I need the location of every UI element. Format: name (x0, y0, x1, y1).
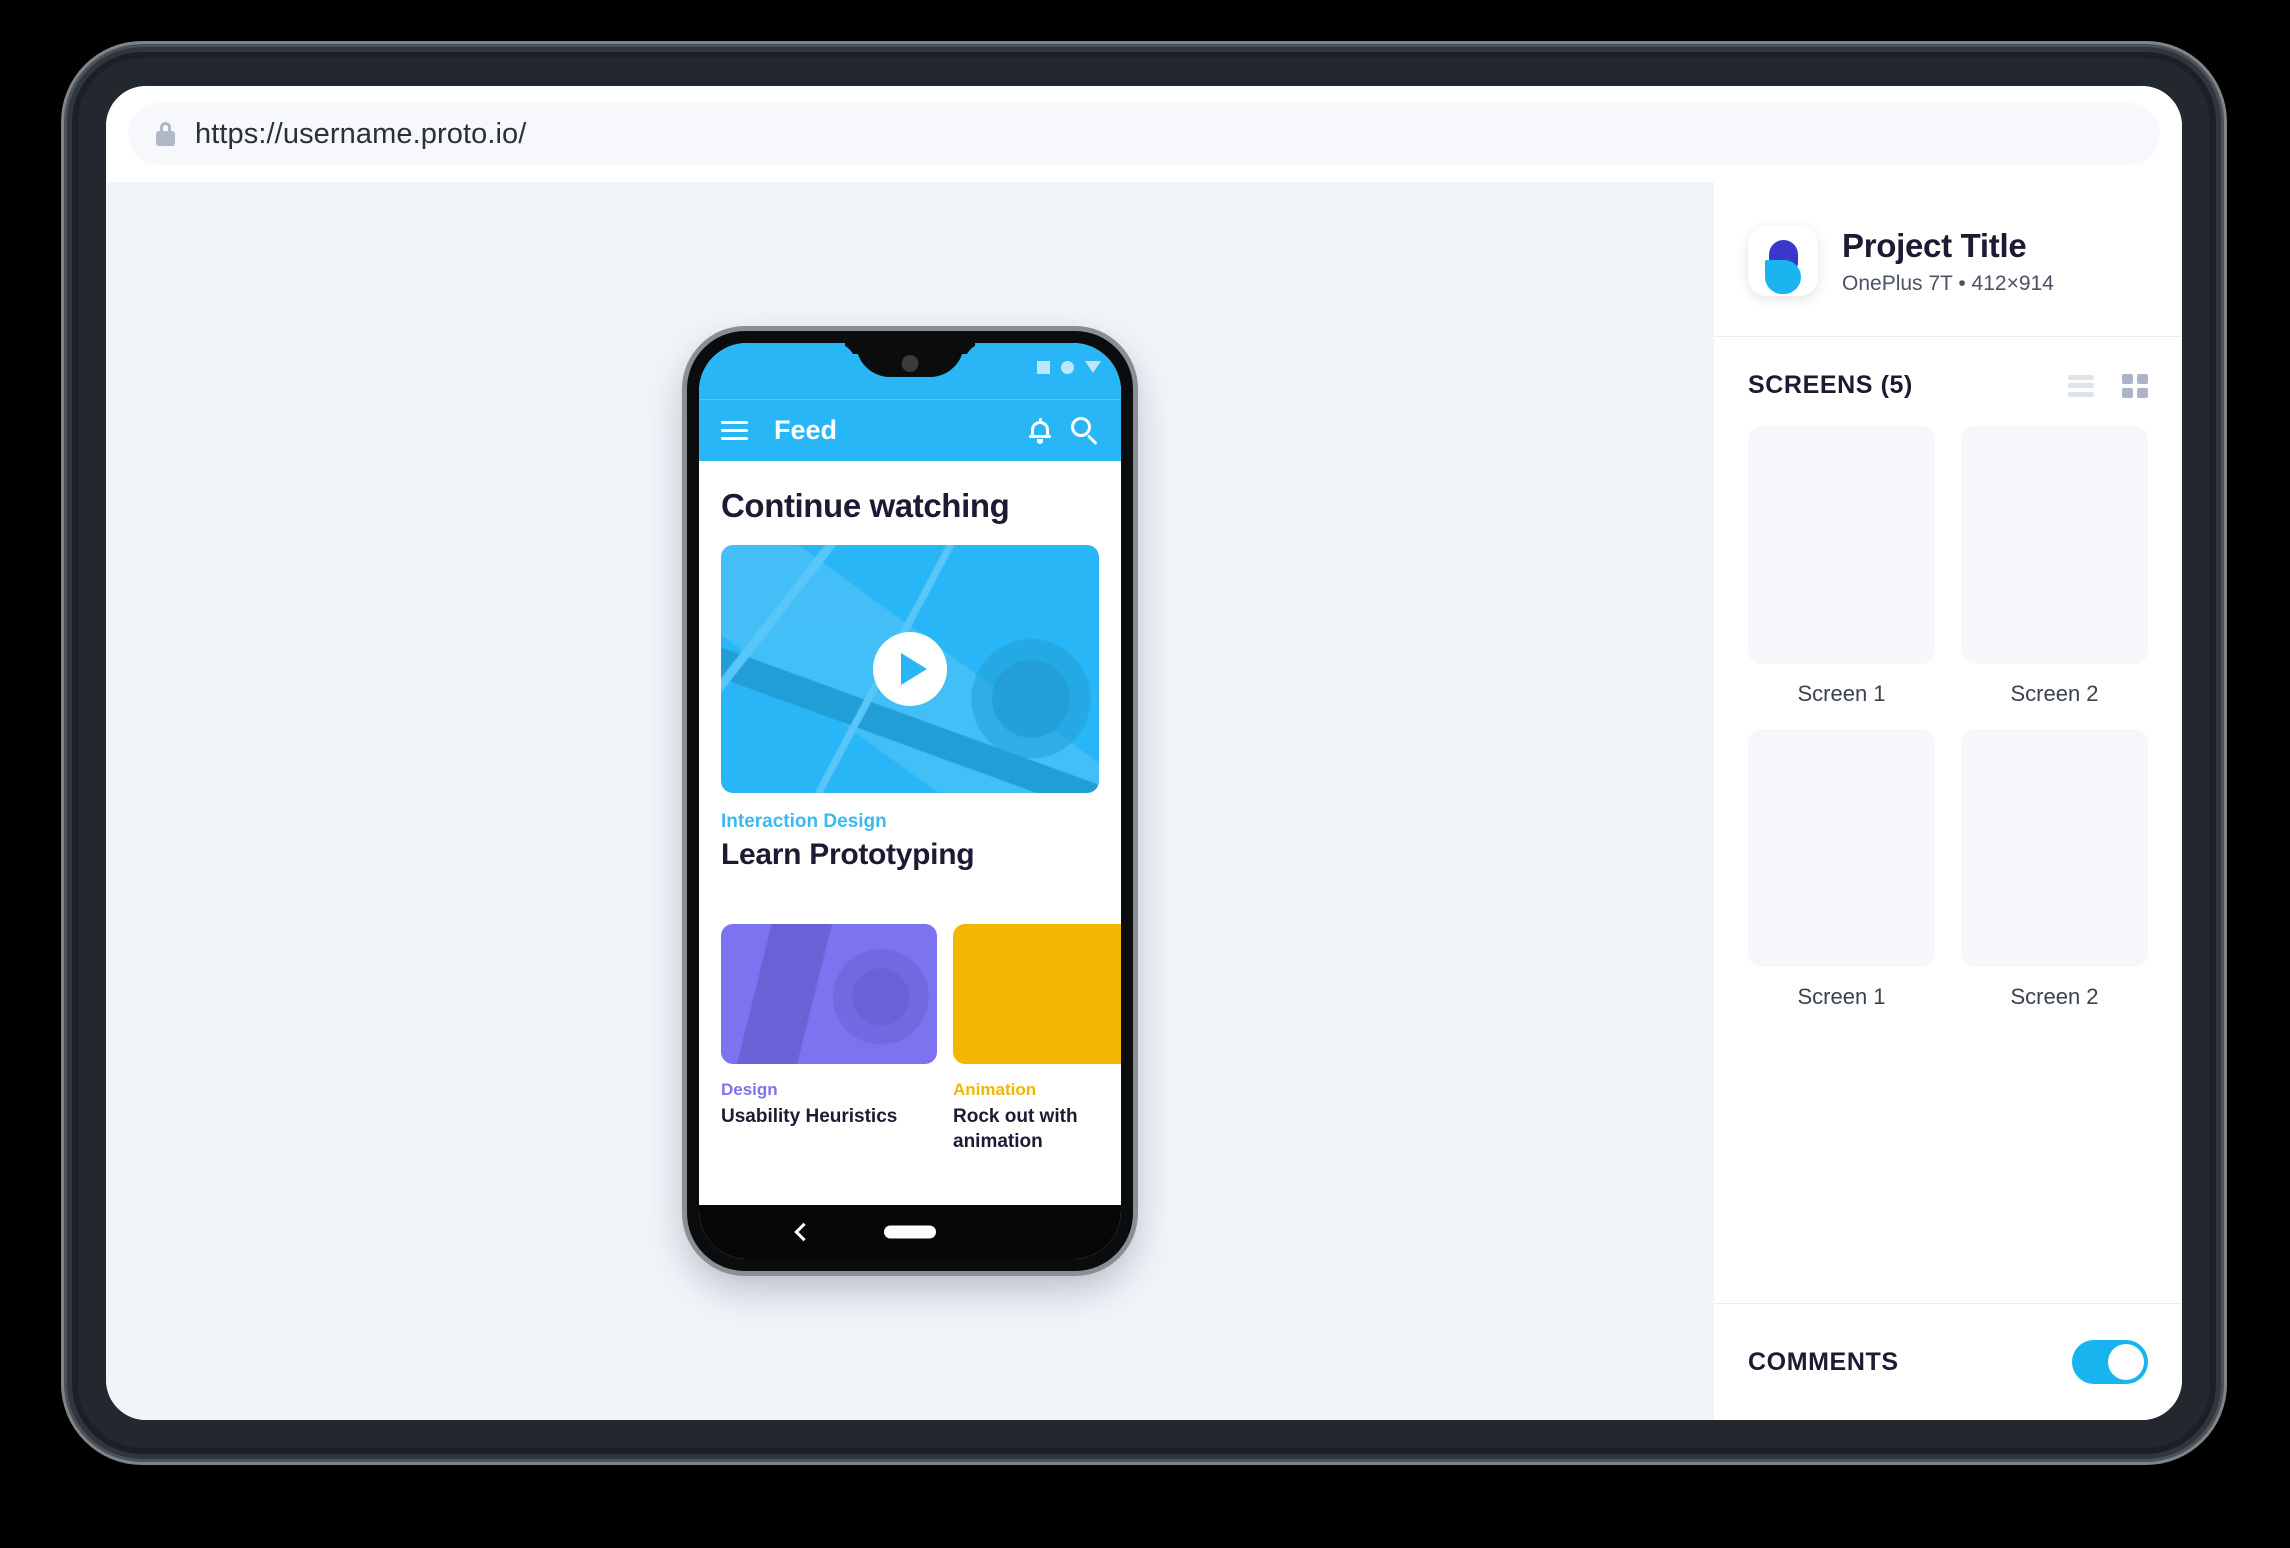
workspace: Feed Continue watching Interaction Desig… (106, 182, 2182, 1420)
feed-content: Continue watching Interaction Design Lea… (699, 461, 1121, 1205)
phone-preview: Feed Continue watching Interaction Desig… (682, 331, 1138, 1271)
screen-thumbnail[interactable] (1748, 729, 1935, 967)
card-title: Rock out with animation (953, 1106, 1078, 1153)
course-card-list: Design Usability Heuristics Animation Ro… (721, 924, 1121, 1154)
toggle-knob (2108, 1344, 2144, 1380)
triangle-down-icon (1085, 361, 1101, 373)
screen-label: Screen 2 (2010, 681, 2099, 706)
app-bar-title: Feed (774, 415, 838, 445)
lock-icon (156, 122, 175, 146)
search-icon[interactable] (1071, 416, 1099, 445)
list-item[interactable]: Design Usability Heuristics (721, 924, 937, 1154)
phone-status-bar (699, 343, 1121, 399)
url-text: https://username.proto.io/ (195, 117, 527, 150)
list-item[interactable]: Screen 1 (1748, 729, 1935, 1010)
tablet-device-frame: https://username.proto.io/ Feed Continue… (78, 58, 2210, 1448)
card-thumbnail (953, 924, 1121, 1064)
card-thumbnail (721, 924, 937, 1064)
tablet-screen: https://username.proto.io/ Feed Continue… (106, 86, 2182, 1420)
card-category-label: Animation (953, 1080, 1037, 1099)
hero-video-card[interactable] (721, 545, 1099, 793)
phone-navigation-bar (699, 1205, 1121, 1259)
comments-toggle[interactable] (2072, 1340, 2148, 1384)
hamburger-menu-icon[interactable] (721, 421, 748, 440)
hero-category-label: Interaction Design (721, 811, 887, 832)
project-device-meta: OnePlus 7T • 412×914 (1842, 271, 2054, 295)
comments-label: COMMENTS (1748, 1347, 1899, 1376)
square-icon (1037, 360, 1050, 374)
notification-bell-icon[interactable] (1029, 417, 1051, 444)
list-view-icon[interactable] (2068, 374, 2094, 397)
front-camera-icon (901, 355, 919, 372)
phone-body: Feed Continue watching Interaction Desig… (682, 331, 1138, 1271)
home-pill-icon[interactable] (884, 1225, 936, 1239)
browser-toolbar: https://username.proto.io/ (106, 86, 2182, 182)
screens-grid: Screen 1 Screen 2 Screen 1 Screen 2 (1748, 426, 2148, 1010)
section-heading: Continue watching (721, 487, 1010, 524)
screen-label: Screen 1 (1797, 681, 1886, 706)
list-item[interactable]: Screen 2 (1961, 426, 2148, 707)
back-chevron-icon[interactable] (794, 1222, 813, 1242)
screens-header: SCREENS (5) (1748, 371, 2148, 400)
list-item[interactable]: Screen 1 (1748, 426, 1935, 707)
circle-icon (1061, 360, 1074, 374)
phone-screen: Feed Continue watching Interaction Desig… (699, 343, 1121, 1259)
phone-alert-slider[interactable] (1133, 429, 1138, 515)
grid-view-icon[interactable] (2122, 373, 2148, 398)
list-item[interactable]: Animation Rock out with animation (953, 924, 1121, 1154)
preview-canvas: Feed Continue watching Interaction Desig… (106, 182, 1714, 1420)
screen-thumbnail[interactable] (1748, 426, 1935, 664)
proto-logo-icon (1748, 226, 1818, 296)
phone-power-button[interactable] (1133, 559, 1138, 699)
list-item[interactable]: Screen 2 (1961, 729, 2148, 1010)
screen-thumbnail[interactable] (1961, 426, 2148, 664)
project-header: Project Title OnePlus 7T • 412×914 (1714, 182, 2182, 337)
screens-title: SCREENS (5) (1748, 371, 1913, 399)
status-icons (1037, 360, 1101, 374)
card-title: Usability Heuristics (721, 1106, 898, 1127)
screen-thumbnail[interactable] (1961, 729, 2148, 967)
sidebar: Project Title OnePlus 7T • 412×914 SCREE… (1714, 182, 2182, 1420)
phone-volume-button[interactable] (682, 471, 687, 589)
url-bar[interactable]: https://username.proto.io/ (128, 103, 2160, 165)
comments-section: COMMENTS (1714, 1303, 2182, 1420)
card-category-label: Design (721, 1080, 778, 1099)
screen-label: Screen 1 (1797, 984, 1886, 1009)
project-info: Project Title OnePlus 7T • 412×914 (1842, 227, 2054, 296)
app-bar: Feed (699, 399, 1121, 461)
play-icon[interactable] (873, 632, 947, 706)
screens-section: SCREENS (5) Screen 1 Screen 2 Screen 1 S… (1714, 337, 2182, 1303)
page-title: Project Title (1842, 226, 2027, 264)
screen-label: Screen 2 (2010, 984, 2099, 1009)
view-toggle-group (2068, 373, 2148, 398)
hero-title: Learn Prototyping (721, 838, 975, 871)
